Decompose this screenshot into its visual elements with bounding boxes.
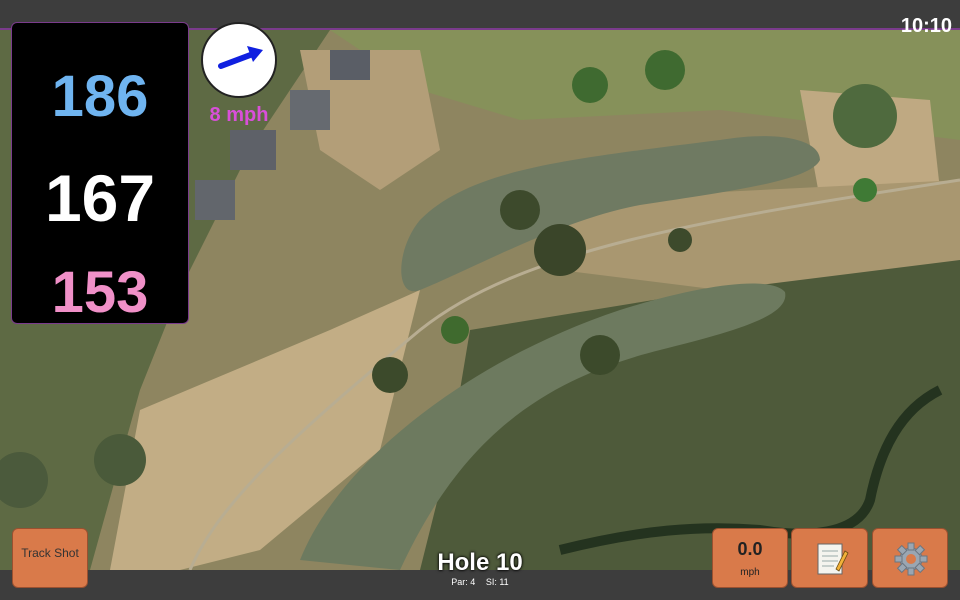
hole-info: Par: 4 SI: 11 (400, 577, 560, 587)
clock-time: 10:10 (900, 15, 952, 37)
notes-button[interactable] (791, 528, 868, 588)
track-shot-button[interactable]: Track Shot (12, 528, 88, 588)
wind-indicator (201, 22, 277, 98)
distance-back: 186 (51, 64, 149, 129)
wind-arrow-icon (218, 46, 263, 69)
hole-stroke-index: SI: 11 (485, 577, 509, 587)
gear-icon (894, 542, 928, 576)
distance-front: 153 (51, 260, 149, 325)
wind-speed-label: 8 mph (209, 104, 269, 126)
notepad-icon (817, 543, 849, 575)
settings-button[interactable] (872, 528, 948, 588)
speed-unit: mph (740, 567, 760, 578)
hole-title: Hole 10 (437, 549, 523, 576)
track-shot-label: Track Shot (21, 546, 79, 560)
speed-value: 0.0 (737, 539, 763, 559)
distance-panel[interactable]: 186 167 153 (11, 22, 189, 325)
hole-par: Par: 4 (451, 577, 476, 587)
speed-button[interactable]: 0.0 mph (712, 528, 788, 588)
distance-middle: 167 (44, 161, 156, 235)
